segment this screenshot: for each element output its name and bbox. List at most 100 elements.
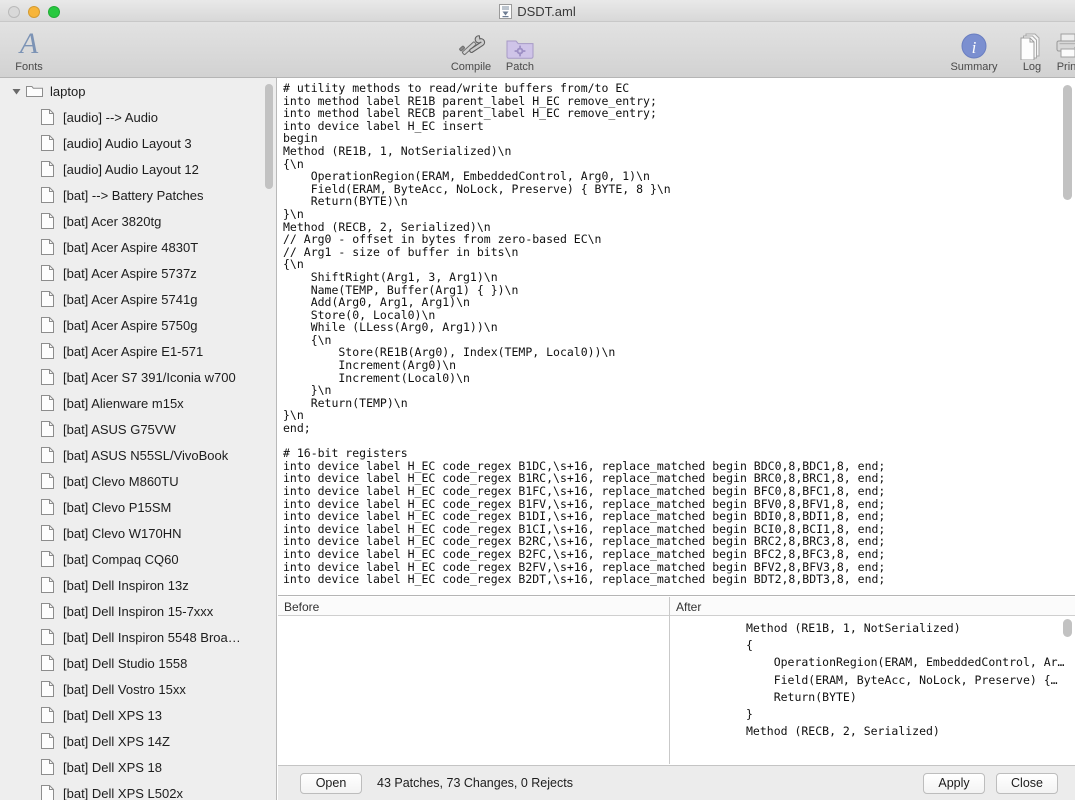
patch-source-editor[interactable]: # utility methods to read/write buffers … (278, 78, 1075, 596)
sidebar-item-13[interactable]: [bat] ASUS N55SL/VivoBook (0, 442, 276, 468)
folder-icon (26, 85, 43, 98)
sidebar-item-21[interactable]: [bat] Dell Studio 1558 (0, 650, 276, 676)
file-icon (41, 291, 54, 307)
file-icon (41, 551, 54, 567)
svg-text:i: i (972, 38, 977, 57)
toolbar-print-label: Print (1056, 61, 1075, 73)
sidebar-item-15[interactable]: [bat] Clevo P15SM (0, 494, 276, 520)
sidebar-item-label: [bat] Acer S7 391/Iconia w700 (63, 369, 236, 385)
sidebar-item-8[interactable]: [bat] Acer Aspire 5750g (0, 312, 276, 338)
toolbar-patch-button[interactable]: Patch (489, 26, 551, 74)
file-icon (41, 265, 54, 281)
file-icon (41, 733, 54, 749)
footer-actions: Apply Close (923, 772, 1058, 794)
diff-header: Before After (278, 597, 1075, 616)
file-icon (41, 239, 54, 255)
sidebar-item-label: [bat] Acer Aspire E1-571 (63, 343, 204, 359)
after-text: Method (RE1B, 1, NotSerialized) { Operat… (746, 621, 1065, 739)
file-icon (41, 161, 54, 177)
sidebar-item-26[interactable]: [bat] Dell XPS L502x (0, 780, 276, 800)
file-icon (41, 473, 54, 489)
file-icon (41, 707, 54, 723)
after-pane[interactable]: Method (RE1B, 1, NotSerialized) { Operat… (670, 616, 1075, 764)
sidebar-item-6[interactable]: [bat] Acer Aspire 5737z (0, 260, 276, 286)
sidebar-item-5[interactable]: [bat] Acer Aspire 4830T (0, 234, 276, 260)
sidebar-item-label: [bat] Dell XPS 13 (63, 707, 162, 723)
sidebar-item-17[interactable]: [bat] Compaq CQ60 (0, 546, 276, 572)
sidebar-item-label: [bat] Clevo W170HN (63, 525, 182, 541)
sidebar-item-label: [bat] Dell XPS L502x (63, 785, 183, 800)
close-button[interactable]: Close (996, 772, 1058, 794)
sidebar-item-22[interactable]: [bat] Dell Vostro 15xx (0, 676, 276, 702)
file-icon (41, 187, 54, 203)
sidebar-item-label: [bat] --> Battery Patches (63, 187, 204, 203)
file-icon (41, 655, 54, 671)
file-icon (41, 525, 54, 541)
sidebar-item-label: [bat] Dell Inspiron 5548 Broa… (63, 629, 241, 645)
sidebar-scrollbar-thumb[interactable] (265, 84, 273, 189)
toolbar-summary-button[interactable]: i Summary (943, 26, 1005, 74)
sidebar-item-25[interactable]: [bat] Dell XPS 18 (0, 754, 276, 780)
main-panel: # utility methods to read/write buffers … (278, 78, 1075, 800)
before-pane[interactable] (278, 616, 670, 764)
sidebar-item-9[interactable]: [bat] Acer Aspire E1-571 (0, 338, 276, 364)
before-text (278, 616, 669, 620)
file-icon (41, 603, 54, 619)
sidebar-item-14[interactable]: [bat] Clevo M860TU (0, 468, 276, 494)
sidebar-item-3[interactable]: [bat] --> Battery Patches (0, 182, 276, 208)
file-icon (41, 109, 54, 125)
sidebar-item-label: [bat] Compaq CQ60 (63, 551, 179, 567)
sidebar-item-7[interactable]: [bat] Acer Aspire 5741g (0, 286, 276, 312)
window-title-group: DSDT.aml (0, 0, 1075, 22)
sidebar-item-2[interactable]: [audio] Audio Layout 12 (0, 156, 276, 182)
sidebar-item-20[interactable]: [bat] Dell Inspiron 5548 Broa… (0, 624, 276, 650)
sidebar-item-label: [bat] Dell XPS 18 (63, 759, 162, 775)
chevron-down-icon[interactable] (10, 85, 22, 97)
file-icon (41, 395, 54, 411)
after-column-header: After (676, 599, 702, 614)
sidebar-item-label: [audio] Audio Layout 12 (63, 161, 199, 177)
sidebar-group-laptop[interactable]: laptop (0, 78, 276, 104)
file-icon (41, 343, 54, 359)
sidebar-item-1[interactable]: [audio] Audio Layout 3 (0, 130, 276, 156)
file-icon (41, 499, 54, 515)
sidebar-item-label: [bat] Clevo P15SM (63, 499, 172, 515)
sidebar-item-18[interactable]: [bat] Dell Inspiron 13z (0, 572, 276, 598)
toolbar-print-button[interactable]: Print (1043, 26, 1075, 74)
sidebar-item-label: [bat] Acer 3820tg (63, 213, 162, 229)
file-icon (41, 785, 54, 800)
sidebar-item-11[interactable]: [bat] Alienware m15x (0, 390, 276, 416)
sidebar-item-24[interactable]: [bat] Dell XPS 14Z (0, 728, 276, 754)
info-circle-icon: i (959, 26, 989, 60)
sidebar-item-label: [bat] Acer Aspire 5737z (63, 265, 197, 281)
toolbar-fonts-button[interactable]: A Fonts (0, 26, 60, 74)
sidebar-item-19[interactable]: [bat] Dell Inspiron 15-7xxx (0, 598, 276, 624)
app-window: DSDT.aml A Fonts Compile Patch i Summary… (0, 0, 1075, 800)
sidebar-item-23[interactable]: [bat] Dell XPS 13 (0, 702, 276, 728)
editor-scrollbar[interactable] (1063, 81, 1072, 591)
sidebar-item-0[interactable]: [audio] --> Audio (0, 104, 276, 130)
toolbar-summary-label: Summary (950, 61, 998, 73)
sidebar-item-4[interactable]: [bat] Acer 3820tg (0, 208, 276, 234)
patch-list-sidebar[interactable]: laptop [audio] --> Audio [audio] Audio Lay… (0, 78, 277, 800)
toolbar-patch-label: Patch (505, 61, 535, 73)
after-pane-scrollbar[interactable] (1063, 619, 1072, 761)
editor-scrollbar-thumb[interactable] (1063, 85, 1072, 200)
sidebar-item-label: [bat] Dell Studio 1558 (63, 655, 188, 671)
file-icon (41, 317, 54, 333)
sidebar-item-12[interactable]: [bat] ASUS G75VW (0, 416, 276, 442)
file-icon (41, 629, 54, 645)
sidebar-item-label: [bat] Clevo M860TU (63, 473, 179, 489)
toolbar-fonts-label: Fonts (15, 61, 43, 73)
aml-file-icon (499, 3, 513, 19)
sidebar-item-16[interactable]: [bat] Clevo W170HN (0, 520, 276, 546)
sidebar-group-label: laptop (50, 83, 86, 99)
file-icon (41, 447, 54, 463)
sidebar-item-10[interactable]: [bat] Acer S7 391/Iconia w700 (0, 364, 276, 390)
after-pane-scrollbar-thumb[interactable] (1063, 619, 1072, 637)
open-button[interactable]: Open (300, 772, 362, 794)
sidebar-scrollbar[interactable] (265, 78, 273, 800)
tools-icon (455, 26, 487, 60)
apply-button[interactable]: Apply (923, 772, 985, 794)
diff-body: Method (RE1B, 1, NotSerialized) { Operat… (278, 616, 1075, 764)
